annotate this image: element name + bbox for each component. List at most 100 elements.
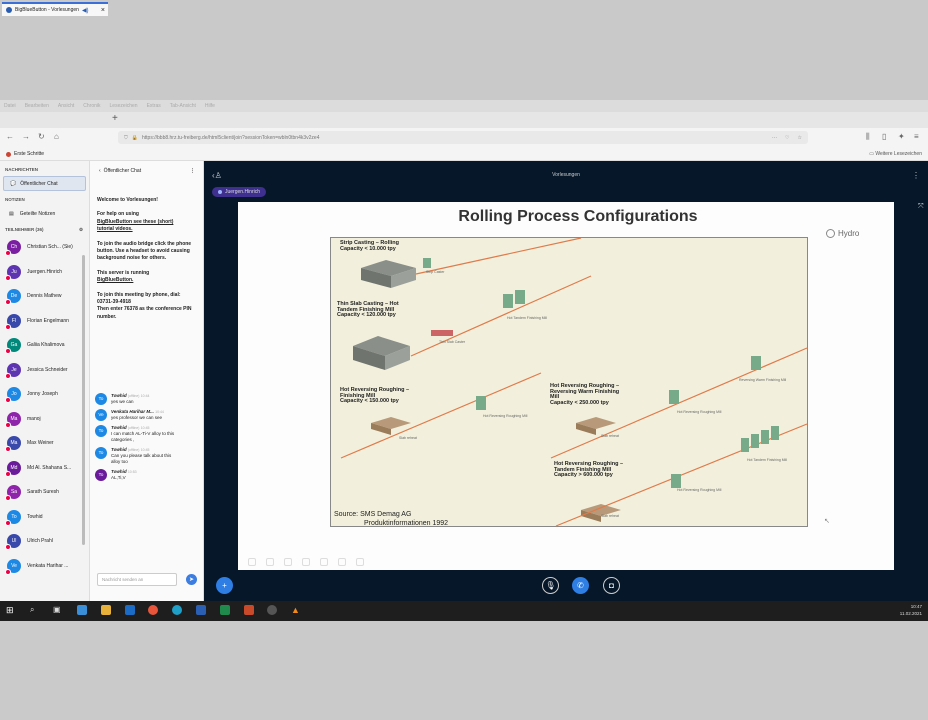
- powerpoint-icon[interactable]: [244, 605, 254, 615]
- excel-icon[interactable]: [220, 605, 230, 615]
- muted-mic-icon: [5, 446, 11, 453]
- recorder-icon[interactable]: [267, 605, 277, 615]
- vlc-icon[interactable]: ▲: [291, 605, 301, 615]
- avatar: Ju: [5, 264, 21, 281]
- chevron-left-icon[interactable]: ‹: [99, 168, 101, 174]
- participant-item[interactable]: Ma Max Weiner: [0, 431, 89, 456]
- participant-item[interactable]: Md Md Al. Shahana S...: [0, 456, 89, 481]
- new-tab-icon[interactable]: +: [112, 113, 118, 124]
- outlook-icon[interactable]: [125, 605, 135, 615]
- options-icon[interactable]: ⋮: [912, 171, 920, 180]
- participant-item[interactable]: Jo Jonny Joseph: [0, 382, 89, 407]
- menu-item[interactable]: Lesezeichen: [110, 103, 138, 109]
- avatar-initials: Sa: [10, 489, 18, 496]
- file-explorer-icon[interactable]: [101, 605, 111, 615]
- slide-toolbar: [248, 558, 364, 566]
- participant-item[interactable]: Ve Venkata Harihar ...: [0, 554, 89, 579]
- participant-item[interactable]: Ma manoj: [0, 407, 89, 432]
- shared-notes-item[interactable]: ▤ Geteilte Notizen: [3, 206, 86, 221]
- task-view-icon[interactable]: ▣: [53, 605, 63, 615]
- menu-item[interactable]: Hilfe: [205, 103, 215, 109]
- participant-item[interactable]: De Dennis Mathew: [0, 284, 89, 309]
- public-chat-item[interactable]: 💬 Öffentlicher Chat: [3, 176, 86, 191]
- hand-tool-icon[interactable]: [266, 558, 274, 566]
- browser-tab[interactable]: BigBlueButton - Vorlesungen ◀) ×: [2, 2, 108, 16]
- menu-item[interactable]: Tab-Ansicht: [170, 103, 196, 109]
- participant-item[interactable]: Ga Galiia Khalimova: [0, 333, 89, 358]
- undo-tool-icon[interactable]: [338, 558, 346, 566]
- participants-heading: TEILNEHMER (36): [5, 227, 44, 232]
- bookmark-star-icon[interactable]: ☆: [798, 135, 802, 141]
- avatar-initials: Ve: [98, 412, 104, 417]
- back-icon[interactable]: ←: [6, 132, 14, 141]
- windows-start-icon[interactable]: ⊞: [6, 605, 16, 615]
- mute-mic-button[interactable]: 🎙: [542, 577, 559, 594]
- tutorial-link[interactable]: tutorial videos.: [97, 226, 133, 232]
- muted-mic-icon: [5, 348, 11, 355]
- participant-item[interactable]: Ju Juergen.Hinrich: [0, 260, 89, 285]
- process-diagram: Strip Casting – Rolling Capacity < 10.00…: [330, 237, 808, 527]
- forward-icon[interactable]: →: [22, 132, 30, 141]
- actions-plus-button[interactable]: +: [216, 577, 233, 594]
- library-icon[interactable]: ⫼: [866, 132, 870, 142]
- participant-item[interactable]: Je Jessica Schneider: [0, 358, 89, 383]
- participant-item[interactable]: Fl Florian Engelmann: [0, 309, 89, 334]
- shape-tool-icon[interactable]: [302, 558, 310, 566]
- chat-message-input[interactable]: Nachricht senden an: [97, 573, 177, 586]
- pen-tool-icon[interactable]: [284, 558, 292, 566]
- sidebar-icon[interactable]: ▯: [882, 132, 886, 141]
- firefox-icon[interactable]: [148, 605, 158, 615]
- reload-icon[interactable]: ↻: [38, 132, 45, 141]
- chat-options-icon[interactable]: ⋮: [190, 168, 195, 174]
- participant-item[interactable]: Ch Christian Sch... (Sie): [0, 235, 89, 260]
- more-actions-icon[interactable]: ···: [772, 135, 777, 141]
- phone-audio-button[interactable]: ✆: [572, 577, 589, 594]
- message-time: 10:45: [140, 426, 150, 430]
- url-bar[interactable]: ⛉ 🔒 https://bbb8.hrz.tu-freiberg.de/html…: [118, 131, 808, 144]
- avatar-initials: De: [10, 293, 18, 300]
- speaker-icon[interactable]: ◀): [82, 7, 89, 14]
- webcam-button[interactable]: ◘: [603, 577, 620, 594]
- participant-item[interactable]: To Towhid: [0, 505, 89, 530]
- participant-item[interactable]: Ul Ulrich Prahl: [0, 529, 89, 554]
- fullscreen-icon[interactable]: ⤧: [918, 203, 924, 211]
- talking-indicator-icon: [218, 190, 222, 194]
- menu-item[interactable]: Bearbeiten: [25, 103, 49, 109]
- send-button[interactable]: ➤: [186, 574, 197, 585]
- home-icon[interactable]: ⌂: [54, 132, 59, 141]
- menu-item[interactable]: Datei: [4, 103, 16, 109]
- edge-icon[interactable]: [172, 605, 182, 615]
- chat-message: To Towhid (offline) 10:44 yes we can: [95, 393, 201, 405]
- avatar-initials: To: [98, 472, 104, 477]
- app-icon[interactable]: [77, 605, 87, 615]
- menu-icon[interactable]: ≡: [914, 132, 919, 141]
- muted-mic-icon: [5, 397, 11, 404]
- close-tab-icon[interactable]: ×: [101, 7, 105, 14]
- participant-scrollbar[interactable]: [82, 255, 85, 545]
- clock-date: 11.02.2021: [899, 611, 922, 616]
- search-icon[interactable]: ⌕: [30, 605, 40, 615]
- avatar-initials: Ga: [10, 342, 18, 349]
- zoom-tool-icon[interactable]: [320, 558, 328, 566]
- participant-item[interactable]: Sa Sarath Suresh: [0, 480, 89, 505]
- menu-item[interactable]: Ansicht: [58, 103, 74, 109]
- menu-item[interactable]: Extras: [147, 103, 161, 109]
- chat-panel: ‹ Öffentlicher Chat ⋮ Welcome to Vorlesu…: [90, 161, 204, 601]
- word-icon[interactable]: [196, 605, 206, 615]
- extension-icon[interactable]: ✦: [898, 132, 905, 141]
- bbb-link[interactable]: BigBlueButton.: [97, 277, 133, 283]
- mouse-cursor-icon: ↖: [824, 518, 830, 525]
- pointer-tool-icon[interactable]: [248, 558, 256, 566]
- phone-number: 03731-39-4918: [97, 299, 131, 306]
- chat-title: Öffentlicher Chat: [103, 168, 142, 174]
- bookmark-first-steps[interactable]: Erste Schritte: [6, 151, 44, 157]
- chat-message: Ve Venkata Harihar M... 10:44 yes professo…: [95, 409, 201, 421]
- menu-item[interactable]: Chronik: [83, 103, 100, 109]
- settings-gear-icon[interactable]: ⚙: [79, 227, 83, 233]
- welcome-link[interactable]: BigBlueButton see these (short): [97, 219, 173, 225]
- avatar: Sa: [5, 485, 21, 502]
- pocket-icon[interactable]: ♡: [785, 135, 789, 141]
- clear-tool-icon[interactable]: [356, 558, 364, 566]
- sender-name: Towhid: [111, 425, 127, 430]
- other-bookmarks[interactable]: ▭ Weitere Lesezeichen: [869, 151, 922, 157]
